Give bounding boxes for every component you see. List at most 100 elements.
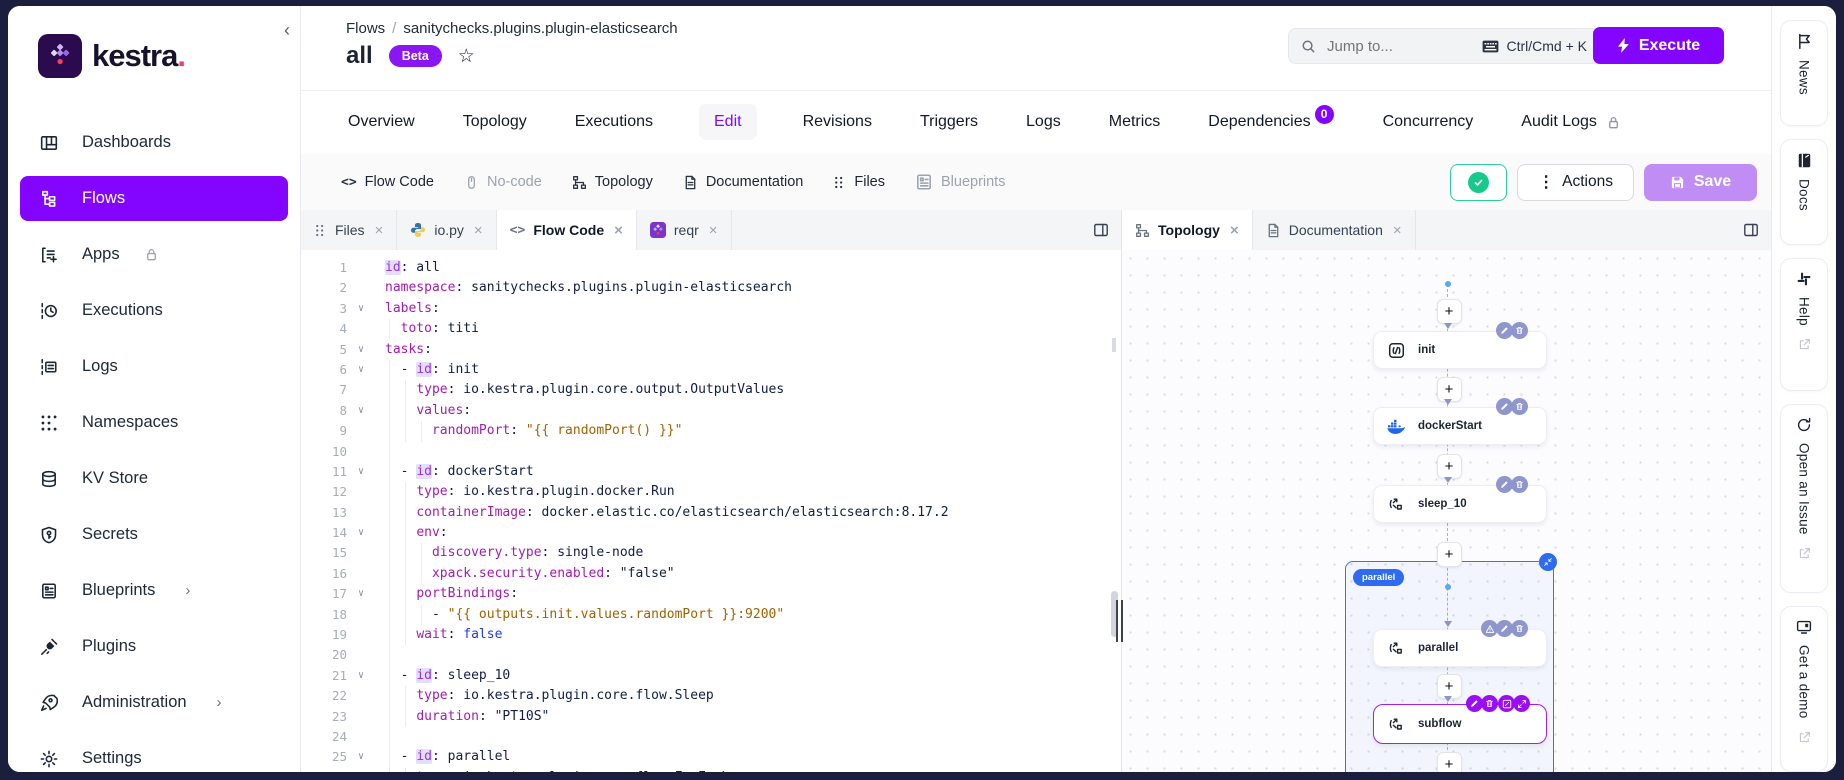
favorite-star-icon[interactable]: ☆ bbox=[458, 45, 475, 68]
fold-icon[interactable]: ∨ bbox=[351, 747, 371, 767]
sidebar-item-secrets[interactable]: Secrets bbox=[20, 512, 288, 557]
editor-tab-files[interactable]: Files× bbox=[301, 210, 397, 250]
tab-concurrency[interactable]: Concurrency bbox=[1381, 104, 1476, 140]
yaml-key: randomPort bbox=[432, 423, 510, 438]
yaml-token: : "PT10S" bbox=[479, 709, 549, 724]
save-button[interactable]: Save bbox=[1644, 164, 1757, 201]
close-icon[interactable]: × bbox=[614, 222, 623, 239]
rail-item-news[interactable]: News bbox=[1780, 20, 1828, 126]
tab-edit[interactable]: Edit bbox=[699, 104, 757, 140]
sidebar-item-plugins[interactable]: Plugins bbox=[20, 624, 288, 669]
sidebar-item-dashboards[interactable]: Dashboards bbox=[20, 120, 288, 165]
tab-executions[interactable]: Executions bbox=[573, 104, 655, 140]
tab-overview[interactable]: Overview bbox=[346, 104, 417, 140]
code-line: 6∨ - id: init bbox=[301, 360, 1121, 380]
trash-badge[interactable] bbox=[1511, 620, 1528, 637]
fold-icon[interactable]: ∨ bbox=[351, 340, 371, 360]
fold-icon[interactable]: ∨ bbox=[351, 360, 371, 380]
add-task-button[interactable]: + bbox=[1437, 299, 1462, 324]
rail-item-help[interactable]: Help bbox=[1780, 258, 1828, 391]
close-icon[interactable]: × bbox=[375, 222, 384, 239]
yaml-key: containerImage bbox=[416, 505, 526, 520]
sidebar-item-apps[interactable]: Apps bbox=[20, 232, 288, 277]
cluster-collapse-button[interactable] bbox=[1539, 553, 1557, 571]
sidebar-collapse-button[interactable]: ‹ bbox=[284, 20, 290, 41]
split-panel-icon[interactable] bbox=[1093, 222, 1109, 238]
tab-topology[interactable]: Topology bbox=[461, 104, 529, 140]
toolbar-flow-code[interactable]: <>Flow Code bbox=[341, 174, 434, 190]
add-task-button[interactable]: + bbox=[1437, 752, 1462, 772]
execute-button[interactable]: Execute bbox=[1593, 27, 1724, 64]
trash-badge[interactable] bbox=[1511, 322, 1528, 339]
code-editor[interactable]: 1id: all2namespace: sanitychecks.plugins… bbox=[301, 250, 1121, 772]
add-task-button[interactable]: + bbox=[1437, 542, 1462, 567]
rail-item-open-an-issue[interactable]: Open an Issue bbox=[1780, 404, 1828, 593]
editor-tab-reqr[interactable]: reqr × bbox=[637, 210, 732, 250]
close-icon[interactable]: × bbox=[474, 222, 483, 239]
editor-tab-flow-code[interactable]: <>Flow Code× bbox=[497, 210, 637, 250]
search-input[interactable] bbox=[1325, 37, 1449, 56]
sidebar-item-blueprints[interactable]: Blueprints› bbox=[20, 568, 288, 613]
tab-label: reqr bbox=[674, 222, 699, 238]
fold-icon[interactable]: ∨ bbox=[351, 666, 371, 686]
rail-item-get-a-demo[interactable]: Get a demo bbox=[1780, 606, 1828, 772]
sidebar-item-label: Administration bbox=[82, 693, 187, 712]
trash-badge[interactable] bbox=[1511, 476, 1528, 493]
sidebar-item-flows[interactable]: Flows bbox=[20, 176, 288, 221]
fold-gutter bbox=[351, 727, 371, 747]
breadcrumb-flows[interactable]: Flows bbox=[346, 20, 385, 37]
topology-tab-documentation[interactable]: Documentation× bbox=[1253, 210, 1416, 250]
toolbar-blueprints[interactable]: Blueprints bbox=[915, 173, 1005, 191]
actions-button[interactable]: ⋮ Actions bbox=[1517, 164, 1634, 201]
code-icon: <> bbox=[510, 223, 526, 238]
toolbar-files[interactable]: Files bbox=[833, 174, 885, 190]
sidebar-item-executions[interactable]: Executions bbox=[20, 288, 288, 333]
indent-guide bbox=[405, 543, 406, 563]
add-task-button[interactable]: + bbox=[1437, 454, 1462, 479]
topology-canvas[interactable]: ++++++parallelinitdockerStartsleep_10par… bbox=[1122, 250, 1771, 772]
close-icon[interactable]: × bbox=[709, 222, 718, 239]
split-panel-icon[interactable] bbox=[1743, 222, 1759, 238]
yaml-token: : io.kestra.plugin.docker.Run bbox=[448, 484, 675, 499]
toolbar-no-code[interactable]: No-code bbox=[464, 174, 542, 190]
fold-icon[interactable]: ∨ bbox=[351, 299, 371, 319]
griddots-icon bbox=[833, 176, 846, 189]
tab-audit-logs[interactable]: Audit Logs bbox=[1519, 104, 1623, 140]
editor-tab-io-py[interactable]: io.py× bbox=[397, 210, 496, 250]
expand-badge[interactable] bbox=[1513, 695, 1530, 712]
fold-icon[interactable]: ∨ bbox=[351, 401, 371, 421]
line-number: 20 bbox=[301, 645, 351, 665]
indent-guide bbox=[389, 625, 390, 645]
tab-triggers[interactable]: Triggers bbox=[918, 104, 980, 140]
line-number: 8 bbox=[301, 401, 351, 421]
tab-revisions[interactable]: Revisions bbox=[801, 104, 874, 140]
toolbar-topology[interactable]: Topology bbox=[572, 174, 653, 190]
sidebar-item-administration[interactable]: Administration› bbox=[20, 680, 288, 725]
tab-metrics[interactable]: Metrics bbox=[1107, 104, 1163, 140]
jump-to-search[interactable]: Ctrl/Cmd + K bbox=[1288, 28, 1600, 64]
close-icon[interactable]: × bbox=[1230, 222, 1239, 239]
tab-logs[interactable]: Logs bbox=[1024, 104, 1063, 140]
administration-icon bbox=[38, 692, 60, 714]
sidebar-item-logs[interactable]: Logs bbox=[20, 344, 288, 389]
tab-dependencies[interactable]: Dependencies0 bbox=[1206, 104, 1336, 141]
trash-badge[interactable] bbox=[1511, 398, 1528, 415]
sidebar-item-kv-store[interactable]: KV Store bbox=[20, 456, 288, 501]
validation-status-button[interactable] bbox=[1450, 164, 1507, 201]
fold-icon[interactable]: ∨ bbox=[351, 462, 371, 482]
sidebar-item-settings[interactable]: Settings bbox=[20, 736, 288, 772]
edge-arrow-icon bbox=[1444, 323, 1452, 329]
trash-badge[interactable] bbox=[1481, 695, 1498, 712]
sidebar-item-label: Dashboards bbox=[82, 133, 171, 152]
rail-item-docs[interactable]: Docs bbox=[1780, 139, 1828, 245]
panel-resize-handle[interactable] bbox=[1116, 600, 1124, 642]
kestra-logo[interactable]: kestra. bbox=[8, 6, 300, 78]
fold-icon[interactable]: ∨ bbox=[351, 523, 371, 543]
topology-tab-topology[interactable]: Topology× bbox=[1122, 210, 1253, 250]
fold-icon[interactable]: ∨ bbox=[351, 584, 371, 604]
close-icon[interactable]: × bbox=[1393, 222, 1402, 239]
toolbar-documentation[interactable]: Documentation bbox=[683, 174, 804, 190]
line-number: 9 bbox=[301, 421, 351, 441]
sidebar-item-namespaces[interactable]: Namespaces bbox=[20, 400, 288, 445]
breadcrumb-namespace[interactable]: sanitychecks.plugins.plugin-elasticsearc… bbox=[403, 20, 677, 37]
